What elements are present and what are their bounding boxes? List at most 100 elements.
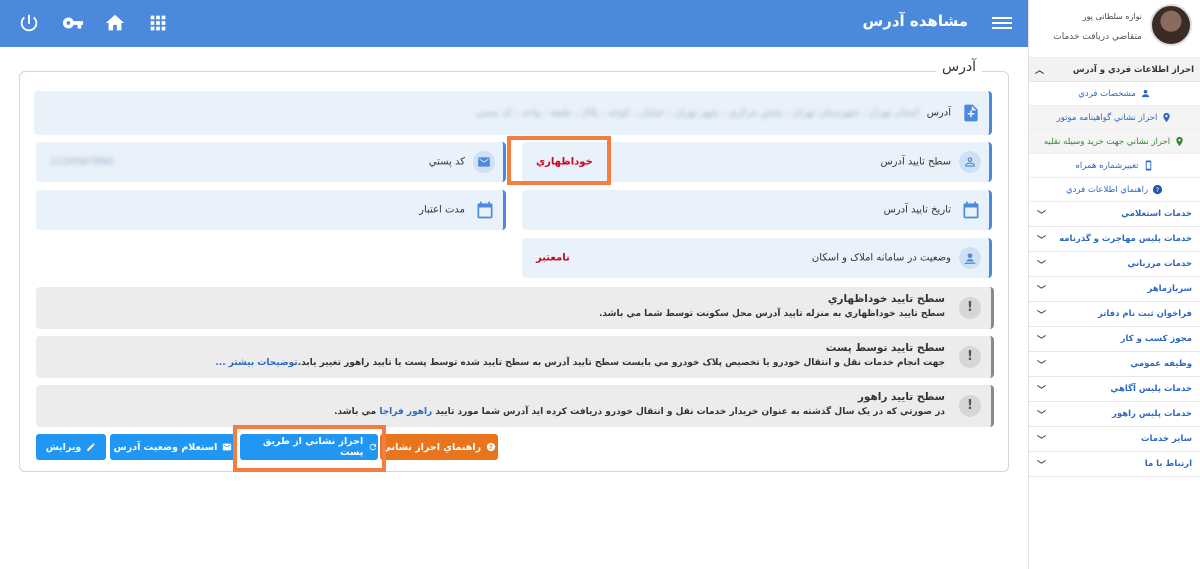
mail-icon (223, 443, 232, 451)
traffic-police-link[interactable]: راهور فراجا (379, 407, 432, 417)
note-title: سطح تاييد توسط پست (825, 342, 945, 354)
chevron-down-icon: ﹀ (1037, 235, 1047, 246)
chevron-down-icon: ﹀ (1037, 410, 1047, 421)
note-title: سطح تاييد راهور (857, 391, 945, 403)
sidebar-cat-detective-police[interactable]: خدمات پليس آگاهي ﹀ (1029, 377, 1200, 402)
address-value: استان تهران ، شهرستان تهران ، بخش مرکزی … (475, 107, 919, 119)
pencil-icon (87, 443, 96, 451)
sidebar-item-change-mobile[interactable]: تغييرشماره همراه (1029, 154, 1200, 178)
sidebar-cat-office-registration[interactable]: فراخوان ثبت نام دفاتر ﹀ (1029, 302, 1200, 327)
sidebar-item-label: مشخصات فردي (1078, 88, 1136, 99)
help-circle-icon: ? (1152, 184, 1163, 195)
chevron-down-icon: ﹀ (1037, 335, 1047, 346)
sidebar-cat-contact-us[interactable]: ارتباط با ما ﹀ (1029, 452, 1200, 477)
chevron-down-icon: ﹀ (1037, 435, 1047, 446)
sidebar-cat-label: سربازماهر (1147, 284, 1192, 294)
smartphone-icon (1143, 160, 1154, 171)
key-icon[interactable] (62, 12, 84, 34)
card-title: آدرس (936, 59, 982, 75)
home-icon[interactable] (104, 12, 126, 34)
calendar-icon (961, 200, 981, 220)
exclamation-icon: ! (959, 395, 981, 417)
sidebar-cat-other-services[interactable]: ساير خدمات ﹀ (1029, 427, 1200, 452)
user-profile: نوازه سلطانی پور متقاضي دريافت خدمات (1029, 0, 1200, 58)
sidebar-item-personal-info-guide[interactable]: ? راهنماي اطلاعات فردي (1029, 178, 1200, 202)
sidebar-cat-label: ارتباط با ما (1144, 459, 1192, 469)
postal-code-field: کد پستي 1234567890 (36, 142, 506, 182)
verify-level-field: سطح تاييد آدرس خوداظهاري (522, 142, 992, 182)
address-label: آدرس (926, 107, 951, 119)
refresh-icon (369, 443, 377, 451)
sidebar-cat-skilled-soldier[interactable]: سربازماهر ﹀ (1029, 277, 1200, 302)
sidebar-section-label: احراز اطلاعات فردي و آدرس (1072, 64, 1194, 75)
registry-user-icon (959, 247, 981, 269)
sidebar-item-personal-info[interactable]: مشخصات فردي (1029, 82, 1200, 106)
note-text-body: در صورتي که در يک سال گذشته به عنوان خري… (435, 407, 945, 417)
address-field: آدرس استان تهران ، شهرستان تهران ، بخش م… (34, 91, 992, 135)
postal-code-value: 1234567890 (50, 156, 114, 168)
button-label: راهنماي احراز نشاني (381, 441, 482, 453)
verify-level-value: خوداظهاري (536, 156, 593, 168)
chevron-down-icon: ﹀ (1037, 460, 1047, 471)
sidebar-item-motorcycle-license-address[interactable]: احراز نشاني گواهينامه موتور (1029, 106, 1200, 130)
postal-code-label: کد پستي (428, 156, 465, 168)
sidebar-cat-public-duty[interactable]: وظيفه عمومي ﹀ (1029, 352, 1200, 377)
sidebar-cat-business-license[interactable]: مجوز کسب و کار ﹀ (1029, 327, 1200, 352)
person-outline-icon (959, 151, 981, 173)
note-self-declaration: ! سطح تاييد خوداظهاري سطح تاييد خوداظهار… (36, 287, 994, 329)
post-verify-button[interactable]: احراز نشاني از طريق پست (240, 434, 378, 460)
sidebar-section-identity-address[interactable]: احراز اطلاعات فردي و آدرس ︿ (1029, 58, 1200, 82)
page-title: مشاهده آدرس (862, 12, 969, 30)
verify-date-field: تاريخ تاييد آدرس (522, 190, 992, 230)
sidebar-cat-traffic-police[interactable]: خدمات پليس راهور ﹀ (1029, 402, 1200, 427)
validity-label: مدت اعتبار (419, 204, 465, 216)
user-role: متقاضي دريافت خدمات (1053, 32, 1142, 42)
note-title: سطح تاييد خوداظهاري (827, 293, 945, 305)
power-icon[interactable] (18, 12, 40, 34)
user-name: نوازه سلطانی پور (1082, 12, 1142, 21)
registry-status-field: وضعيت در سامانه املاک و اسکان نامعتبر (522, 238, 992, 278)
registry-status-label: وضعيت در سامانه املاک و اسکان (811, 252, 951, 264)
sidebar-cat-label: خدمات استعلامي (1121, 209, 1192, 219)
chevron-down-icon: ﹀ (1037, 285, 1047, 296)
chevron-down-icon: ﹀ (1037, 385, 1047, 396)
button-label: استعلام وضعيت آدرس (113, 441, 218, 453)
sidebar-cat-label: خدمات پليس آگاهي (1110, 384, 1192, 394)
note-text: در صورتي که در يک سال گذشته به عنوان خري… (334, 407, 945, 417)
more-info-link[interactable]: توضيحات بيشتر ... (215, 358, 297, 368)
exclamation-icon: ! (959, 297, 981, 319)
hamburger-menu-icon[interactable] (992, 14, 1012, 32)
location-pin-icon (1174, 136, 1185, 147)
sidebar-cat-label: وظيفه عمومي (1130, 359, 1192, 369)
note-post-verification: ! سطح تاييد توسط پست جهت انجام خدمات نقل… (36, 336, 994, 378)
validity-field: مدت اعتبار (36, 190, 506, 230)
chevron-down-icon: ﹀ (1037, 310, 1047, 321)
sidebar-cat-border[interactable]: خدمات مرزباني ﹀ (1029, 252, 1200, 277)
location-pin-icon (1161, 112, 1172, 123)
person-icon (1140, 88, 1151, 99)
sidebar-cat-label: مجوز کسب و کار (1120, 334, 1192, 344)
exclamation-icon: ! (959, 346, 981, 368)
sidebar-cat-label: ساير خدمات (1140, 434, 1192, 444)
apps-grid-icon[interactable] (147, 12, 169, 34)
top-header: مشاهده آدرس (0, 0, 1028, 47)
edit-button[interactable]: ويرايش (36, 434, 106, 460)
sidebar-cat-label: خدمات پليس راهور (1111, 409, 1192, 419)
sidebar: نوازه سلطانی پور متقاضي دريافت خدمات احر… (1028, 0, 1200, 569)
sidebar-item-vehicle-purchase-address[interactable]: احراز نشاني جهت خريد وسيله نقليه (1029, 130, 1200, 154)
chevron-down-icon: ﹀ (1037, 360, 1047, 371)
button-label: ويرايش (45, 441, 82, 453)
sidebar-cat-inquiry[interactable]: خدمات استعلامي ﹀ (1029, 202, 1200, 227)
chevron-up-icon: ︿ (1035, 66, 1045, 76)
button-label: احراز نشاني از طريق پست (262, 436, 364, 458)
chevron-down-icon: ﹀ (1037, 210, 1047, 221)
sidebar-cat-immigration-passport[interactable]: خدمات پليس مهاجرت و گذرنامه ﹀ (1029, 227, 1200, 252)
note-text-body: جهت انجام خدمات نقل و انتقال خودرو يا تخ… (297, 358, 945, 368)
address-card: آدرس آدرس استان تهران ، شهرستان تهران ، … (19, 59, 1009, 472)
sidebar-item-label: احراز نشاني جهت خريد وسيله نقليه (1043, 136, 1171, 147)
note-add-icon (961, 103, 981, 123)
address-guide-button[interactable]: ? راهنماي احراز نشاني (380, 434, 498, 460)
address-inquiry-button[interactable]: استعلام وضعيت آدرس (110, 434, 236, 460)
note-text: جهت انجام خدمات نقل و انتقال خودرو يا تخ… (215, 358, 945, 368)
note-text: سطح تاييد خوداظهاري به منزله تاييد آدرس … (598, 309, 945, 319)
